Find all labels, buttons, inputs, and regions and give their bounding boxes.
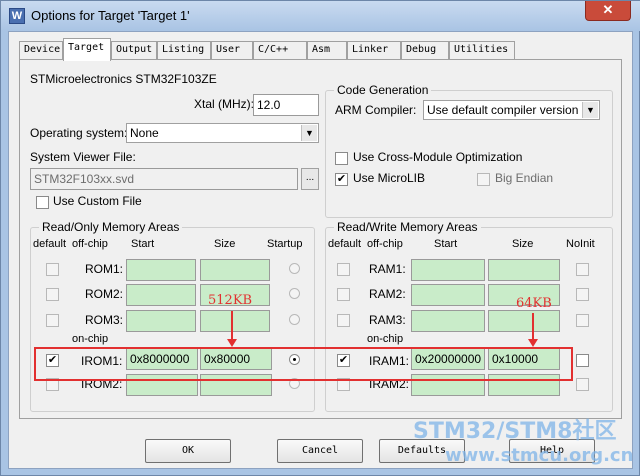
watermark-url: www.stmcu.org.cn — [445, 445, 634, 466]
rw-memory-group: Read/Write Memory Areas default off-chip… — [325, 220, 613, 412]
tab-user[interactable]: User — [211, 41, 253, 60]
rom1-startup-radio[interactable] — [289, 263, 300, 274]
tab-linker[interactable]: Linker — [347, 41, 401, 60]
tab-c-cpp[interactable]: C/C++ — [253, 41, 307, 60]
chevron-down-icon[interactable]: ▼ — [582, 102, 598, 118]
highlight-box — [34, 347, 573, 381]
microlib-label: Use MicroLIB — [353, 171, 426, 185]
rom1-start-input[interactable] — [126, 259, 196, 281]
cancel-button[interactable]: Cancel — [277, 439, 363, 463]
rom2-default-checkbox[interactable] — [46, 288, 59, 301]
tab-debug[interactable]: Debug — [401, 41, 449, 60]
dialog-client: Device Target Output Listing User C/C++ … — [8, 31, 633, 469]
rom1-label: ROM1: — [85, 262, 124, 276]
svd-input[interactable]: STM32F103xx.svd — [30, 168, 298, 190]
custom-file-checkbox[interactable] — [36, 196, 49, 209]
ro-header-startup: Startup — [267, 238, 303, 250]
compiler-label: ARM Compiler: — [335, 103, 417, 117]
ram1-default-checkbox[interactable] — [337, 263, 350, 276]
ram3-default-checkbox[interactable] — [337, 314, 350, 327]
ram1-noinit-checkbox[interactable] — [576, 263, 589, 276]
chevron-down-icon[interactable]: ▼ — [301, 125, 317, 141]
cross-module-label: Use Cross-Module Optimization — [353, 150, 523, 164]
rom2-label: ROM2: — [85, 287, 124, 301]
ram1-label: RAM1: — [369, 262, 406, 276]
rom3-default-checkbox[interactable] — [46, 314, 59, 327]
ram3-label: RAM3: — [369, 313, 406, 327]
ram2-start-input[interactable] — [411, 284, 485, 306]
tab-asm[interactable]: Asm — [307, 41, 347, 60]
ram1-size-input[interactable] — [488, 259, 560, 281]
tab-listing[interactable]: Listing — [157, 41, 211, 60]
tab-target[interactable]: Target — [63, 38, 111, 61]
os-label: Operating system: — [30, 126, 128, 140]
ram1-start-input[interactable] — [411, 259, 485, 281]
custom-file-label: Use Custom File — [53, 194, 142, 208]
rw-header-default: default — [328, 238, 362, 250]
title-bar: W Options for Target 'Target 1' ✕ — [1, 1, 640, 31]
os-select[interactable]: None ▼ — [126, 123, 319, 143]
ro-header-size: Size — [214, 238, 236, 250]
rw-header-size: Size — [512, 238, 534, 250]
rw-header-offchip: off-chip — [367, 238, 403, 250]
options-dialog: W Options for Target 'Target 1' ✕ Device… — [0, 0, 640, 476]
iram1-noinit-checkbox[interactable] — [576, 354, 589, 367]
rom3-size-input[interactable] — [200, 310, 270, 332]
close-button[interactable]: ✕ — [585, 1, 631, 21]
rom-arrow-icon — [227, 311, 237, 347]
ram2-noinit-checkbox[interactable] — [576, 288, 589, 301]
rom2-startup-radio[interactable] — [289, 288, 300, 299]
ram2-default-checkbox[interactable] — [337, 288, 350, 301]
cross-module-checkbox[interactable] — [335, 152, 348, 165]
big-endian-label: Big Endian — [495, 171, 554, 185]
watermark-title: STM32/STM8社区 — [413, 419, 617, 444]
xtal-label: Xtal (MHz): — [194, 97, 254, 111]
window-title: Options for Target 'Target 1' — [31, 8, 190, 23]
big-endian-checkbox[interactable] — [477, 173, 490, 186]
ram-arrow-icon — [528, 313, 538, 347]
ro-memory-title: Read/Only Memory Areas — [39, 220, 183, 234]
rom3-startup-radio[interactable] — [289, 314, 300, 325]
code-generation-group: Code Generation ARM Compiler: Use defaul… — [325, 83, 613, 218]
tab-output[interactable]: Output — [111, 41, 157, 60]
app-icon: W — [9, 8, 25, 24]
ram2-label: RAM2: — [369, 287, 406, 301]
tab-device[interactable]: Device — [19, 41, 63, 60]
rw-header-start: Start — [434, 238, 458, 250]
rw-header-noinit: NoInit — [566, 238, 595, 250]
ram3-size-input[interactable] — [488, 310, 560, 332]
svd-browse-button[interactable]: ... — [301, 168, 319, 190]
rom3-label: ROM3: — [85, 313, 124, 327]
svd-label: System Viewer File: — [30, 150, 136, 164]
xtal-input[interactable]: 12.0 — [253, 94, 319, 116]
tab-utilities[interactable]: Utilities — [449, 41, 515, 60]
iram2-noinit-checkbox[interactable] — [576, 378, 589, 391]
ok-button[interactable]: OK — [145, 439, 231, 463]
ram3-noinit-checkbox[interactable] — [576, 314, 589, 327]
rom-size-annotation: 512KB — [208, 293, 253, 308]
ro-header-offchip: off-chip — [72, 238, 108, 250]
compiler-select-value: Use default compiler version 5 — [427, 103, 589, 117]
rom1-size-input[interactable] — [200, 259, 270, 281]
code-generation-title: Code Generation — [334, 83, 432, 97]
os-select-value: None — [130, 126, 159, 140]
compiler-select[interactable]: Use default compiler version 5 ▼ — [423, 100, 600, 120]
ro-onchip-label: on-chip — [72, 333, 109, 345]
rom1-default-checkbox[interactable] — [46, 263, 59, 276]
ro-header-default: default — [33, 238, 67, 250]
ro-memory-group: Read/Only Memory Areas default off-chip … — [30, 220, 315, 412]
microlib-checkbox[interactable]: ✔ — [335, 173, 348, 186]
rw-memory-title: Read/Write Memory Areas — [334, 220, 481, 234]
ro-header-start: Start — [131, 238, 155, 250]
rom3-start-input[interactable] — [126, 310, 196, 332]
rw-onchip-label: on-chip — [367, 333, 404, 345]
ram-size-annotation: 64KB — [516, 296, 552, 311]
ram3-start-input[interactable] — [411, 310, 485, 332]
rom2-start-input[interactable] — [126, 284, 196, 306]
device-name: STMicroelectronics STM32F103ZE — [30, 72, 217, 86]
